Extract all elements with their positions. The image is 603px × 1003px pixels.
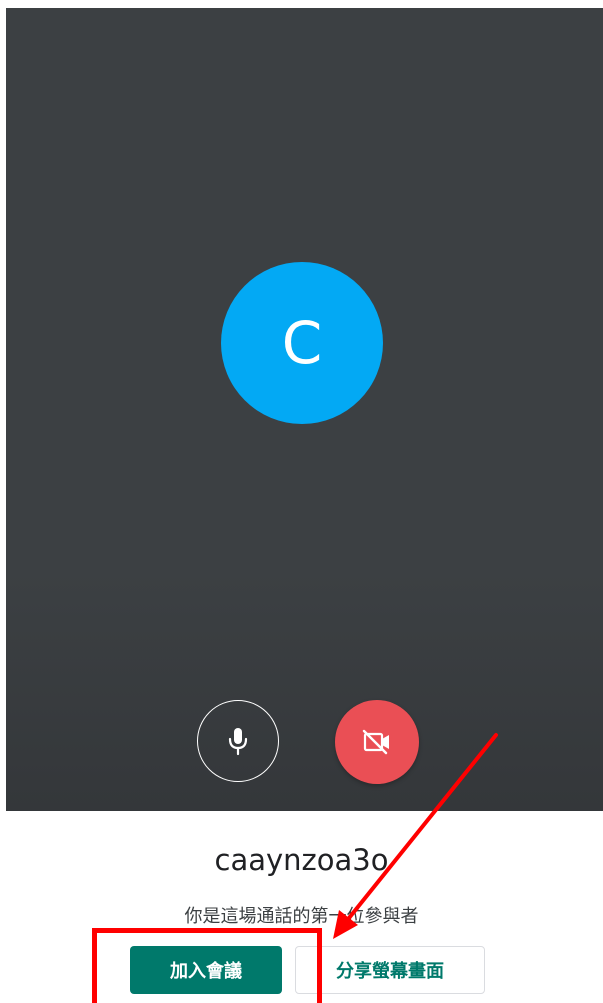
video-preview: C bbox=[6, 8, 603, 811]
camera-toggle-button[interactable] bbox=[335, 700, 419, 784]
avatar: C bbox=[221, 262, 383, 424]
video-off-icon bbox=[362, 729, 389, 755]
meeting-code: caaynzoa3o bbox=[214, 843, 389, 877]
share-screen-button[interactable]: 分享螢幕畫面 bbox=[295, 946, 485, 994]
microphone-icon bbox=[228, 728, 248, 756]
microphone-toggle-button[interactable] bbox=[197, 700, 279, 782]
avatar-letter: C bbox=[281, 309, 323, 377]
first-participant-note: 你是這場通話的第一位參與者 bbox=[184, 906, 419, 927]
join-meeting-button[interactable]: 加入會議 bbox=[130, 946, 282, 994]
meet-join-screen: C caaynzoa3o 你是這場通話的第一位參與者 加入會議 分享螢幕畫面 bbox=[0, 0, 603, 1003]
